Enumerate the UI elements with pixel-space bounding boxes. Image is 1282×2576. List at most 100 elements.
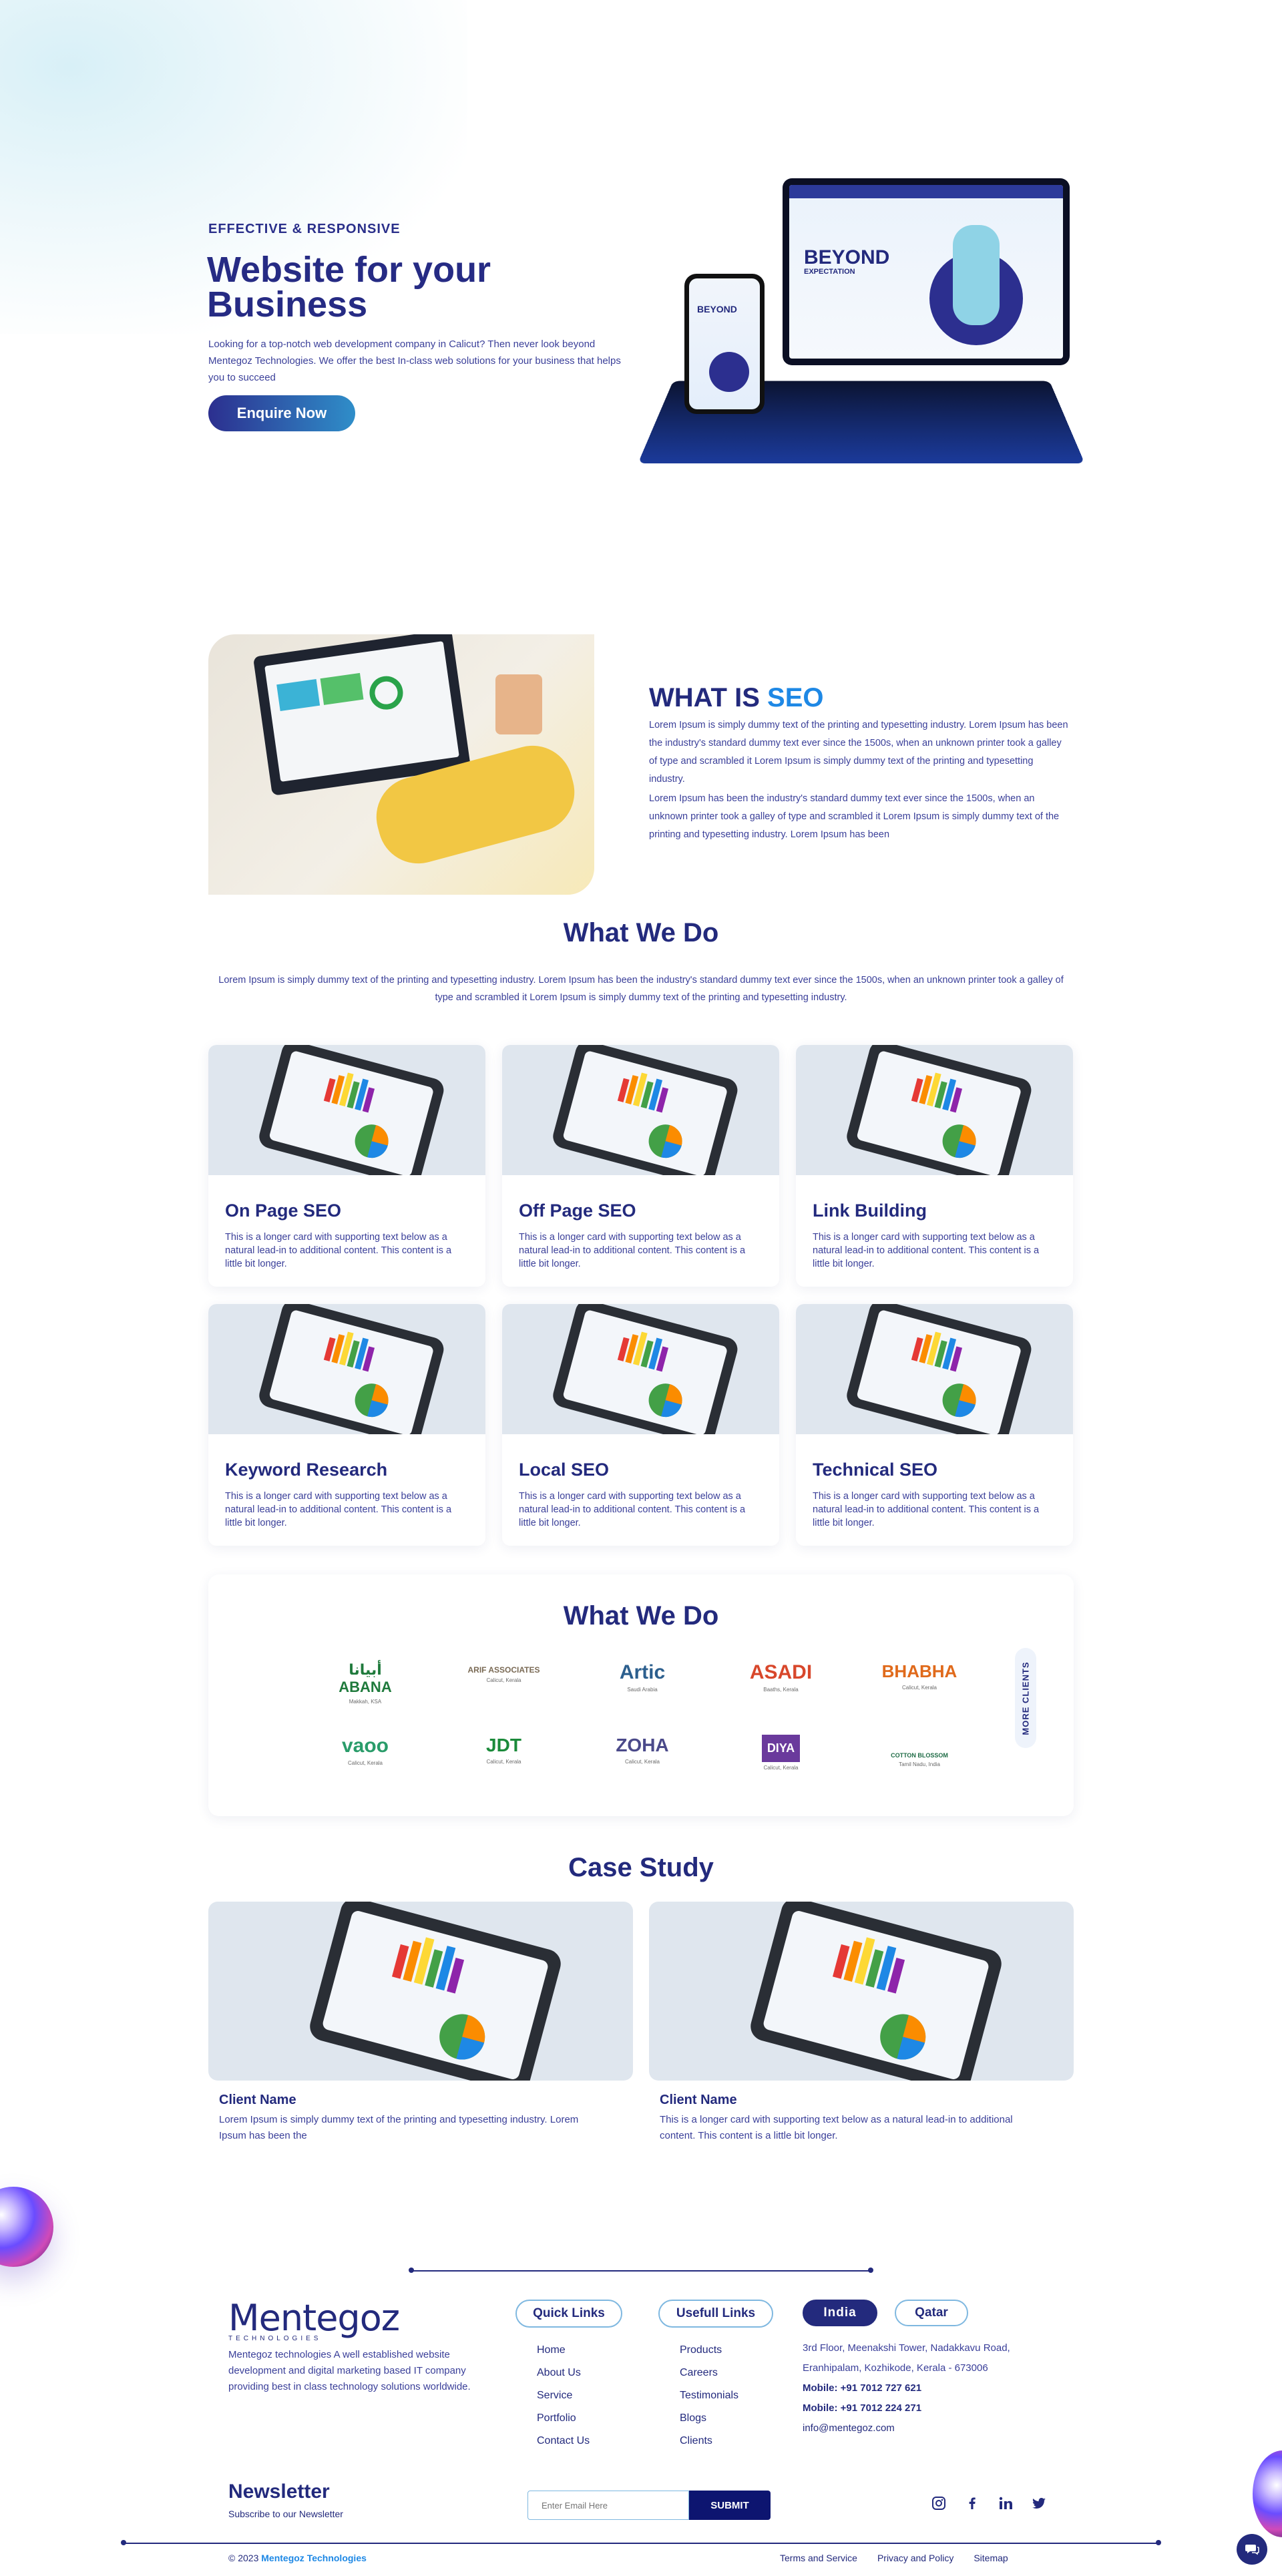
case-study-text: Lorem Ipsum is simply dummy text of the … [219,2114,579,2141]
service-card-text: This is a longer card with supporting te… [519,1232,746,1269]
client-logo-name: ARIF ASSOCIATES [467,1665,540,1675]
client-logo[interactable]: Artic Saudi Arabia [599,1661,686,1705]
client-logo[interactable]: COTTON BLOSSOM Tamil Nadu, India [876,1735,963,1771]
enquire-now-button[interactable]: Enquire Now [208,395,355,431]
terms-link[interactable]: Terms and Service [780,2553,857,2563]
footer-link-about-us[interactable]: About Us [537,2362,590,2384]
client-logo[interactable]: vaoo Calicut, Kerala [322,1735,409,1771]
case-study-client-name: Client Name [660,2093,737,2107]
client-logo-name: أبيانا ABANA [339,1661,392,1695]
clients-row-1: أبيانا ABANA Makkah, KSA ARIF ASSOCIATES C… [322,1661,963,1705]
seo-title: WHAT IS SEO [649,683,824,713]
client-logo-name: DIYA [761,1735,801,1762]
case-study-image [649,1902,1074,2081]
hero-title: Website for your Business [207,252,491,323]
client-logo-location: Baaths, Kerala [763,1687,799,1693]
footer-link-portfolio[interactable]: Portfolio [537,2407,590,2430]
client-logo-location: Makkah, KSA [349,1699,382,1705]
footer-link-blogs[interactable]: Blogs [680,2407,738,2430]
footer-email[interactable]: info@mentegoz.com [803,2418,895,2438]
newsletter-submit-button[interactable]: SUBMIT [689,2491,771,2520]
client-logo[interactable]: BHABHA Calicut, Kerala [876,1661,963,1705]
newsletter-title: Newsletter [228,2481,330,2503]
tab-qatar[interactable]: Qatar [895,2300,968,2326]
client-logo[interactable]: ARIF ASSOCIATES Calicut, Kerala [461,1661,548,1705]
service-card-image [502,1045,779,1175]
laptop-screen: BEYOND EXPECTATION [783,178,1070,365]
service-card[interactable]: Keyword Research This is a longer card w… [208,1304,485,1546]
linkedin-icon[interactable] [998,2496,1013,2511]
phone-mockup: BEYOND [684,274,765,414]
client-logo-location: Calicut, Kerala [486,1759,521,1765]
case-study-client-name: Client Name [219,2093,296,2107]
client-logo-name: BHABHA [881,1661,957,1681]
newsletter-email-input[interactable] [527,2491,689,2520]
chat-button[interactable] [1237,2534,1267,2565]
footer-link-home[interactable]: Home [537,2339,590,2362]
privacy-link[interactable]: Privacy and Policy [877,2553,953,2563]
quick-links-heading: Quick Links [515,2300,622,2328]
service-card-image [796,1045,1073,1175]
client-logo[interactable]: JDT Calicut, Kerala [461,1735,548,1771]
footer-address: 3rd Floor, Meenakshi Tower, Nadakkavu Ro… [803,2342,1010,2374]
client-logo[interactable]: ZOHA Calicut, Kerala [599,1735,686,1771]
case-study-text: This is a longer card with supporting te… [660,2114,1013,2141]
tab-india[interactable]: India [803,2300,877,2326]
twitter-icon[interactable] [1032,2496,1046,2511]
newsletter-subtitle: Subscribe to our Newsletter [228,2509,343,2519]
useful-links-heading: Usefull Links [658,2300,773,2328]
service-card[interactable]: Technical SEO This is a longer card with… [796,1304,1073,1546]
footer-mobile-1[interactable]: Mobile: +91 7012 727 621 [803,2378,921,2398]
laptop-mock-title: BEYOND [804,246,890,268]
footer-link-products[interactable]: Products [680,2339,738,2362]
service-card-image [208,1304,485,1434]
client-logo[interactable]: DIYA Calicut, Kerala [738,1735,825,1771]
footer-brand-name: Mentegoz [228,2297,400,2339]
client-logo-location: Tamil Nadu, India [899,1761,940,1767]
seo-title-part1: WHAT IS [649,683,760,712]
divider-dot [1156,2540,1161,2545]
service-card[interactable]: Off Page SEO This is a longer card with … [502,1045,779,1287]
case-study-image [208,1902,633,2081]
hero-eyebrow: EFFECTIVE & RESPONSIVE [208,222,401,236]
instagram-icon[interactable] [931,2496,946,2511]
case-study-title: Case Study [568,1853,714,1882]
footer-top-divider [412,2270,870,2272]
client-logo-name: COTTON BLOSSOM [891,1752,948,1759]
footer-link-careers[interactable]: Careers [680,2362,738,2384]
service-card[interactable]: Local SEO This is a longer card with sup… [502,1304,779,1546]
useful-links-list: Products Careers Testimonials Blogs Clie… [680,2339,738,2452]
laptop-mock-subtitle: EXPECTATION [804,268,855,276]
hero-description: Looking for a top-notch web development … [208,339,621,383]
clients-title: What We Do [563,1601,719,1631]
service-card[interactable]: On Page SEO This is a longer card with s… [208,1045,485,1287]
client-logo-name: ZOHA [616,1735,669,1755]
footer-link-clients[interactable]: Clients [680,2430,738,2452]
client-logo[interactable]: ASADI Baaths, Kerala [738,1661,825,1705]
service-card-image [796,1304,1073,1434]
footer-link-contact-us[interactable]: Contact Us [537,2430,590,2452]
copyright-brand[interactable]: Mentegoz Technologies [261,2553,367,2563]
decorative-orb [1253,2450,1282,2537]
case-study-item[interactable]: Client Name Lorem Ipsum is simply dummy … [208,1902,633,2144]
quick-links-list: Home About Us Service Portfolio Contact … [537,2339,590,2452]
more-clients-label: MORE CLIENTS [1020,1661,1031,1735]
footer-link-testimonials[interactable]: Testimonials [680,2384,738,2407]
divider-dot [409,2268,414,2273]
social-links [931,2496,1046,2511]
seo-paragraph-1: Lorem Ipsum is simply dummy text of the … [649,720,1068,785]
service-card-image [502,1304,779,1434]
more-clients-button[interactable]: MORE CLIENTS [1015,1648,1036,1748]
footer-logo[interactable]: Mentegoz TECHNOLOGIES [228,2297,400,2342]
footer-mobile-2[interactable]: Mobile: +91 7012 224 271 [803,2398,921,2418]
sitemap-link[interactable]: Sitemap [974,2553,1008,2563]
legal-links: Terms and Service Privacy and Policy Sit… [780,2553,1008,2563]
service-card-text: This is a longer card with supporting te… [519,1491,746,1528]
case-study-item[interactable]: Client Name This is a longer card with s… [649,1902,1074,2144]
service-card[interactable]: Link Building This is a longer card with… [796,1045,1073,1287]
client-logo[interactable]: أبيانا ABANA Makkah, KSA [322,1661,409,1705]
facebook-icon[interactable] [965,2496,980,2511]
footer-bottom-divider [124,2543,1158,2544]
seo-title-part2: SEO [767,683,824,712]
footer-link-service[interactable]: Service [537,2384,590,2407]
